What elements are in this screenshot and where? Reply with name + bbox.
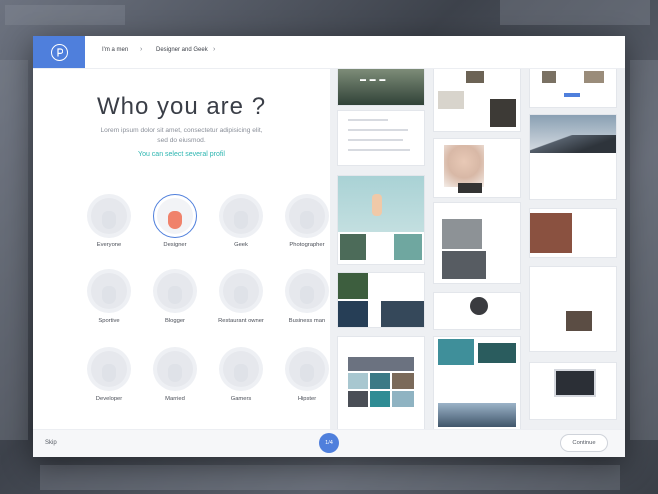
avatar-icon	[289, 273, 325, 309]
profile-label: Photographer	[289, 242, 325, 248]
face-shape	[102, 364, 116, 382]
backdrop-tile	[40, 465, 620, 490]
face-shape	[168, 286, 182, 304]
avatar-icon	[289, 351, 325, 387]
avatar-icon	[157, 273, 193, 309]
chevron-right-icon: ›	[140, 46, 143, 53]
template-card[interactable]	[434, 69, 520, 131]
template-card[interactable]	[338, 111, 424, 165]
avatar-icon	[223, 351, 259, 387]
step-indicator: 1/4	[319, 433, 339, 453]
face-shape	[234, 211, 248, 229]
logo[interactable]	[33, 36, 85, 68]
template-card[interactable]	[434, 139, 520, 197]
avatar-icon	[91, 273, 127, 309]
face-shape	[234, 364, 248, 382]
subtitle-line: sed do eiusmod.	[157, 136, 206, 144]
profile-avatar-sportive[interactable]	[87, 269, 131, 313]
template-card[interactable]	[338, 337, 424, 429]
backdrop-tile	[5, 5, 125, 25]
skip-link[interactable]: Skip	[45, 440, 57, 446]
continue-button[interactable]: Continue	[560, 434, 608, 452]
template-card[interactable]	[338, 273, 424, 327]
avatar-icon	[223, 198, 259, 234]
template-card[interactable]	[530, 209, 616, 257]
profile-avatar-hipster[interactable]	[285, 347, 329, 391]
profile-label: Hipster	[297, 396, 317, 402]
template-card[interactable]	[338, 176, 424, 264]
template-card[interactable]	[434, 337, 520, 429]
footer-bar: Skip 1/4 Continue	[33, 429, 625, 457]
face-shape	[102, 211, 116, 229]
template-card[interactable]	[530, 69, 616, 107]
backdrop-tile	[630, 60, 658, 440]
profile-avatar-business-man[interactable]	[285, 269, 329, 313]
face-shape	[168, 364, 182, 382]
backdrop-tile	[500, 0, 650, 25]
chevron-right-icon: ›	[213, 46, 216, 53]
template-card[interactable]	[530, 363, 616, 419]
avatar-icon	[223, 273, 259, 309]
profile-avatar-married[interactable]	[153, 347, 197, 391]
page-title: Who you are ?	[96, 93, 267, 120]
template-card[interactable]	[434, 203, 520, 283]
profile-avatar-developer[interactable]	[87, 347, 131, 391]
face-shape	[300, 211, 314, 229]
face-shape	[168, 211, 182, 229]
profile-avatar-restaurant-owner[interactable]	[219, 269, 263, 313]
breadcrumb-item-gender[interactable]: I'm a men	[102, 47, 128, 53]
template-preview-gallery: ▬ ▬ ▬	[330, 69, 625, 429]
template-card[interactable]	[530, 267, 616, 351]
template-card[interactable]	[434, 293, 520, 329]
face-shape	[234, 286, 248, 304]
backdrop-tile	[0, 60, 28, 440]
face-shape	[300, 286, 314, 304]
avatar-icon	[91, 351, 127, 387]
face-shape	[102, 286, 116, 304]
subtitle-line: Lorem ipsum dolor sit amet, consectetur …	[100, 127, 263, 134]
profile-avatar-everyone[interactable]	[87, 194, 131, 238]
avatar-icon	[91, 198, 127, 234]
template-card[interactable]: ▬ ▬ ▬	[338, 69, 424, 105]
top-bar: I'm a men › Designer and Geek ›	[33, 36, 625, 69]
profile-avatar-photographer[interactable]	[285, 194, 329, 238]
logo-icon	[50, 43, 68, 61]
selection-hint: You can select several profil	[138, 151, 225, 158]
hero-text-decoration: ▬ ▬ ▬	[360, 77, 387, 83]
face-shape	[300, 364, 314, 382]
avatar-icon	[157, 351, 193, 387]
profile-avatar-blogger[interactable]	[153, 269, 197, 313]
onboarding-window: I'm a men › Designer and Geek › Who you …	[33, 36, 625, 457]
breadcrumb-item-profile[interactable]: Designer and Geek	[156, 47, 208, 53]
profile-label: Business man	[288, 318, 326, 324]
profile-avatar-geek[interactable]	[219, 194, 263, 238]
profile-avatar-gamers[interactable]	[219, 347, 263, 391]
avatar-icon	[157, 198, 193, 234]
profile-avatar-designer[interactable]	[153, 194, 197, 238]
page-subtitle: Lorem ipsum dolor sit amet, consectetur …	[73, 126, 290, 145]
template-card[interactable]	[530, 115, 616, 199]
avatar-icon	[289, 198, 325, 234]
